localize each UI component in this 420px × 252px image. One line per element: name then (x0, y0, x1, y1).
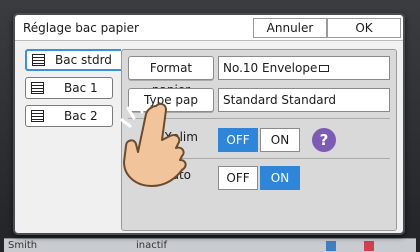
tray-label: Bac stdrd (55, 53, 112, 67)
tray-item-2[interactable]: Bac 2 (25, 105, 113, 127)
tray-icon (31, 110, 44, 122)
paper-format-value-text: No.10 Envelope (223, 61, 318, 75)
envelope-icon (319, 65, 330, 72)
help-icon[interactable]: ? (312, 128, 336, 152)
background-app-icon (364, 241, 374, 251)
tap-lines (120, 100, 144, 128)
xalim-on-toggle[interactable]: ON (260, 128, 300, 152)
tray-icon (31, 82, 44, 94)
auto-off-toggle[interactable]: OFF (218, 166, 258, 190)
xalim-off-toggle[interactable]: OFF (218, 128, 258, 152)
dialog-title: Réglage bac papier (23, 21, 139, 35)
paper-type-value: Standard Standard (218, 88, 390, 112)
background-app-strip: Smith inactif (4, 238, 416, 252)
paper-tray-settings-dialog: Réglage bac papier Annuler OK Bac stdrd … (13, 13, 405, 235)
auto-on-toggle[interactable]: ON (260, 166, 300, 190)
paper-format-value: No.10 Envelope (218, 56, 390, 80)
background-app-icon (326, 241, 336, 251)
background-user-text: Smith (8, 240, 38, 251)
ok-button[interactable]: OK (327, 18, 401, 38)
dialog-titlebar: Réglage bac papier Annuler OK (15, 15, 403, 41)
tray-item-standard[interactable]: Bac stdrd (25, 49, 121, 71)
pointing-hand-icon (120, 100, 187, 187)
tray-label: Bac 1 (64, 81, 98, 95)
background-status-text: inactif (136, 240, 167, 251)
tray-label: Bac 2 (64, 109, 98, 123)
cancel-button[interactable]: Annuler (253, 18, 327, 38)
paper-format-button[interactable]: Format papier (128, 56, 214, 97)
tray-icon (32, 54, 45, 66)
tray-item-1[interactable]: Bac 1 (25, 77, 113, 99)
